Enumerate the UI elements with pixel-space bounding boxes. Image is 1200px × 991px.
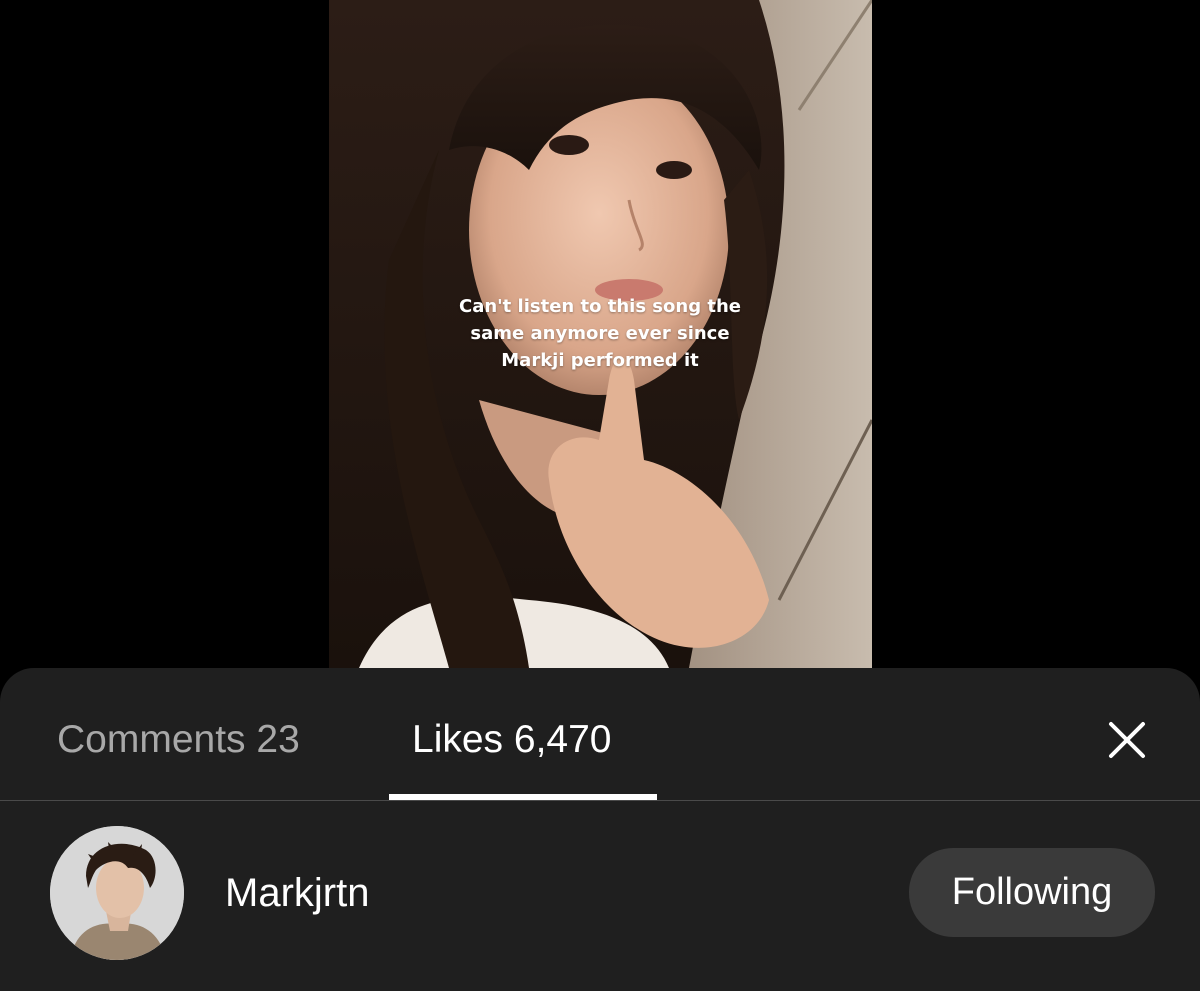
tab-likes[interactable]: Likes 6,470 [412,712,611,768]
video-caption: Can't listen to this song the same anymo… [459,296,741,371]
close-icon [1109,722,1145,758]
close-button[interactable] [1102,715,1152,765]
username[interactable]: Markjrtn [225,867,369,919]
video-player[interactable]: Can't listen to this song the same anymo… [329,0,872,668]
list-item[interactable]: Markjrtn Following [0,801,1200,991]
sheet-tabs: Comments 23 Likes 6,470 [0,668,1200,801]
tab-comments[interactable]: Comments 23 [57,712,300,768]
following-button[interactable]: Following [909,848,1155,937]
avatar-image [50,826,184,960]
screen: Can't listen to this song the same anymo… [0,0,1200,991]
avatar[interactable] [50,826,184,960]
likes-sheet: Comments 23 Likes 6,470 Markjrtn Followi… [0,668,1200,991]
